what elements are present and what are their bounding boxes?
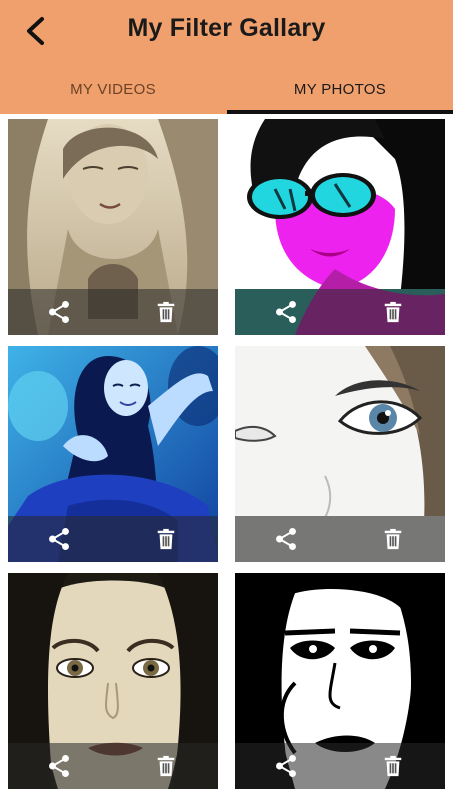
share-button[interactable] (263, 743, 309, 789)
delete-button[interactable] (143, 516, 189, 562)
delete-icon (382, 753, 404, 779)
share-button[interactable] (36, 516, 82, 562)
app-header: My Filter Gallary MY VIDEOS MY PHOTOS (0, 0, 453, 114)
delete-icon (155, 299, 177, 325)
delete-button[interactable] (370, 289, 416, 335)
share-button[interactable] (36, 743, 82, 789)
photo-tile[interactable] (235, 119, 445, 335)
delete-icon (382, 526, 404, 552)
photo-tile[interactable] (235, 346, 445, 562)
share-button[interactable] (263, 516, 309, 562)
tab-my-videos[interactable]: MY VIDEOS (0, 64, 226, 114)
page-title: My Filter Gallary (127, 14, 326, 42)
photo-tile[interactable] (235, 573, 445, 789)
share-icon (46, 299, 72, 325)
tab-my-photos[interactable]: MY PHOTOS (227, 64, 453, 114)
delete-button[interactable] (143, 743, 189, 789)
share-icon (273, 526, 299, 552)
delete-icon (382, 299, 404, 325)
share-icon (273, 299, 299, 325)
photo-tile[interactable] (8, 346, 218, 562)
share-button[interactable] (36, 289, 82, 335)
delete-icon (155, 753, 177, 779)
share-button[interactable] (263, 289, 309, 335)
share-icon (46, 526, 72, 552)
share-icon (273, 753, 299, 779)
delete-icon (155, 526, 177, 552)
delete-button[interactable] (370, 516, 416, 562)
photo-tile[interactable] (8, 573, 218, 789)
photo-tile[interactable] (8, 119, 218, 335)
photo-grid (0, 114, 453, 800)
delete-button[interactable] (370, 743, 416, 789)
share-icon (46, 753, 72, 779)
delete-button[interactable] (143, 289, 189, 335)
